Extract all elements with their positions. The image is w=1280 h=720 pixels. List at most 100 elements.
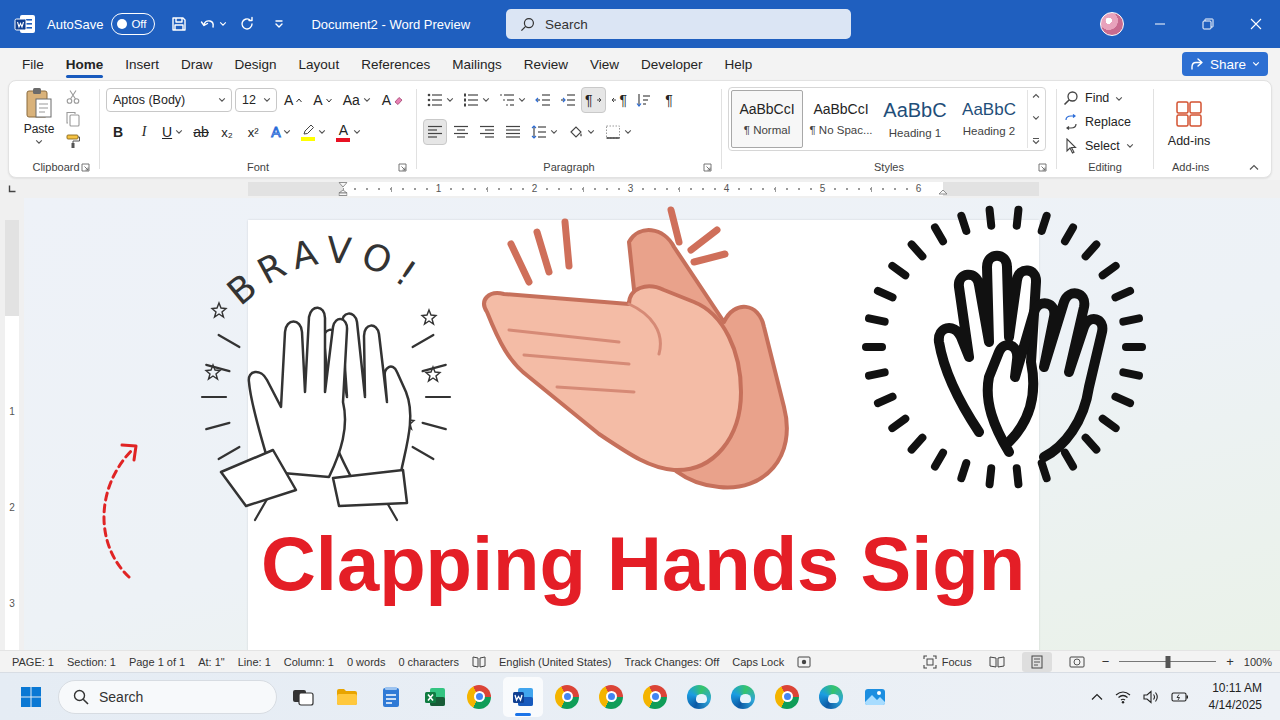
status-item[interactable]: 0 words — [347, 656, 386, 668]
styles-launcher-icon[interactable] — [1038, 163, 1047, 172]
macro-record-icon[interactable] — [797, 656, 811, 668]
zoom-thumb[interactable] — [1165, 656, 1170, 668]
taskbar-app[interactable] — [547, 677, 587, 717]
indent-marker[interactable] — [338, 182, 347, 196]
status-item[interactable]: At: 1" — [198, 656, 225, 668]
share-button[interactable]: Share — [1182, 52, 1268, 76]
customize-toolbar-button[interactable] — [265, 9, 293, 39]
taskbar-app[interactable] — [283, 677, 323, 717]
redo-button[interactable] — [233, 9, 261, 39]
taskbar-app[interactable] — [591, 677, 631, 717]
track-changes-status[interactable]: Track Changes: Off — [624, 656, 719, 668]
addins-button[interactable]: Add-ins — [1168, 96, 1210, 148]
search-box[interactable]: Search — [506, 9, 851, 39]
rtl-button[interactable]: ¶ — [607, 87, 632, 113]
borders-button[interactable] — [601, 119, 636, 145]
taskbar-app[interactable] — [415, 677, 455, 717]
replace-button[interactable]: Replace — [1063, 111, 1131, 134]
ribbon-tab[interactable]: View — [579, 48, 630, 80]
zoom-level[interactable]: 100% — [1244, 656, 1272, 668]
taskbar-app[interactable] — [723, 677, 763, 717]
taskbar-app[interactable] — [503, 677, 543, 717]
style-item[interactable]: AaBbCHeading 2 — [953, 90, 1025, 148]
taskbar-app[interactable] — [855, 677, 895, 717]
ribbon-tab[interactable]: Design — [224, 48, 288, 80]
color-button[interactable]: A — [332, 119, 365, 145]
ribbon-tab[interactable]: Insert — [114, 48, 170, 80]
highlight-button[interactable] — [297, 119, 330, 145]
ribbon-tab[interactable]: Developer — [630, 48, 714, 80]
account-avatar[interactable] — [1100, 12, 1124, 36]
paste-button[interactable]: Paste — [19, 87, 59, 145]
marks-button[interactable]: ¶ — [657, 87, 681, 113]
high-five-illustration[interactable]: BRAVO! — [201, 222, 451, 507]
collapse-ribbon[interactable] — [1237, 164, 1271, 177]
tray-overflow-icon[interactable] — [1091, 693, 1103, 701]
font-size-select[interactable]: 12 — [235, 88, 277, 112]
windows-start-icon[interactable] — [20, 686, 42, 708]
clear-button[interactable]: A — [378, 87, 407, 113]
strike-button[interactable]: ab — [189, 119, 213, 145]
undo-button[interactable] — [199, 9, 227, 39]
clipboard-launcher-icon[interactable] — [81, 163, 90, 172]
ribbon-tab[interactable]: Help — [714, 48, 764, 80]
proofing-icon[interactable] — [472, 655, 486, 669]
minimize-button[interactable] — [1136, 0, 1184, 48]
ribbon-tab[interactable]: Draw — [170, 48, 224, 80]
close-button[interactable] — [1232, 0, 1280, 48]
horizontal-ruler[interactable]: 123456 — [248, 182, 1039, 196]
multilevel-button[interactable] — [495, 87, 530, 113]
taskbar-app[interactable] — [327, 677, 367, 717]
shrink-button[interactable]: A — [309, 87, 335, 113]
taskbar-app[interactable] — [767, 677, 807, 717]
justify-button[interactable] — [501, 119, 525, 145]
copy-icon[interactable] — [65, 111, 81, 127]
style-item[interactable]: AaBbCHeading 1 — [879, 90, 951, 148]
ribbon-tab[interactable]: Layout — [288, 48, 351, 80]
outdent-button[interactable] — [531, 87, 555, 113]
align-left-button[interactable] — [423, 119, 447, 145]
find-button[interactable]: Find — [1063, 87, 1123, 110]
focus-button[interactable]: Focus — [923, 655, 972, 669]
select-button[interactable]: Select — [1063, 134, 1134, 157]
numbering-button[interactable] — [459, 87, 494, 113]
status-item[interactable]: Page 1 of 1 — [129, 656, 185, 668]
underline-button[interactable]: U — [158, 119, 187, 145]
italic-button[interactable]: I — [132, 119, 156, 145]
wifi-icon[interactable] — [1115, 690, 1131, 704]
sort-button[interactable] — [632, 87, 656, 113]
taskbar-app[interactable] — [811, 677, 851, 717]
battery-icon[interactable] — [1171, 691, 1189, 703]
font-launcher-icon[interactable] — [398, 163, 407, 172]
more-styles-icon[interactable] — [1032, 137, 1040, 145]
grow-button[interactable]: A — [280, 87, 306, 113]
zoom-slider[interactable] — [1119, 655, 1216, 669]
ribbon-tab[interactable]: File — [11, 48, 55, 80]
ltr-button[interactable]: ¶ — [581, 87, 606, 113]
taskbar-search[interactable]: Search — [58, 680, 277, 714]
align-center-button[interactable] — [449, 119, 473, 145]
document-heading[interactable]: Clapping Hands Sign — [261, 522, 1025, 606]
document-page[interactable]: BRAVO!Clapping Hands Sign — [248, 220, 1039, 650]
taskbar-app[interactable] — [635, 677, 675, 717]
ribbon-tab[interactable]: Home — [55, 48, 115, 80]
language-status[interactable]: English (United States) — [499, 656, 612, 668]
status-item[interactable]: 0 characters — [398, 656, 459, 668]
read-view-button[interactable] — [982, 652, 1012, 672]
clock[interactable]: 10:11 AM4/14/2025 — [1209, 681, 1262, 712]
format-painter-icon[interactable] — [65, 133, 81, 149]
right-indent-marker[interactable] — [938, 182, 947, 196]
save-button[interactable] — [165, 9, 193, 39]
vertical-ruler[interactable]: 123 — [0, 198, 24, 650]
spacing-button[interactable] — [527, 119, 562, 145]
align-right-button[interactable] — [475, 119, 499, 145]
effects-button[interactable]: A — [267, 119, 295, 145]
clap-outline-icon[interactable] — [859, 202, 1149, 492]
paragraph-launcher-icon[interactable] — [703, 163, 712, 172]
zoom-out-button[interactable]: − — [1102, 654, 1110, 669]
print-view-button[interactable] — [1022, 652, 1052, 672]
case-button[interactable]: Aa — [339, 87, 375, 113]
clapping-hands-illustration[interactable] — [479, 202, 801, 492]
restore-button[interactable] — [1184, 0, 1232, 48]
scroll-up-icon[interactable] — [1032, 93, 1040, 99]
